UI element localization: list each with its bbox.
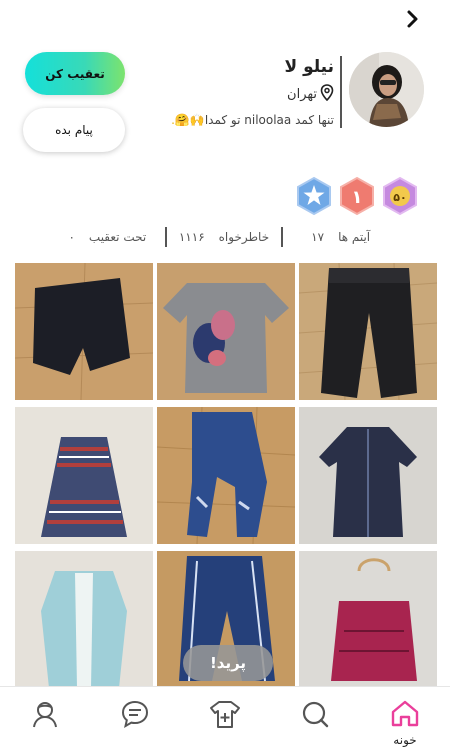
count-badge: ۵۰ [383,176,417,216]
star-badge [297,176,331,216]
stat-items-value: ۱۷ [311,230,325,244]
location-pin-icon [320,84,334,105]
profile-name: نیلو لا [284,57,335,77]
stat-items[interactable]: آیتم ها ۱۷ [283,230,398,244]
product-tile-blue-jeans[interactable] [157,407,295,544]
location-row: تهران [162,84,334,105]
stat-divider [164,227,167,247]
product-tile-black-shorts[interactable] [15,263,153,400]
message-button[interactable]: پیام بده [23,108,125,152]
back-chevron-icon[interactable] [402,8,424,30]
bio-text: تنها کمد niloolaa تو کمدا [204,113,334,127]
home-icon [390,699,420,731]
level-badge: ۱ [340,176,374,216]
search-icon [300,699,330,733]
product-tile-light-blue-coat[interactable] [15,551,153,688]
location-text: تهران [287,87,317,102]
stat-likes[interactable]: خاطرخواه ۱۱۱۶ [167,230,282,244]
product-tile-pink-bag[interactable] [299,551,437,688]
chat-bubble-icon [120,699,150,733]
stat-likes-value: ۱۱۱۶ [178,230,205,244]
tab-home[interactable]: خونه [385,699,425,747]
avatar[interactable] [349,52,424,127]
product-tile-striped-dress[interactable] [15,407,153,544]
tab-messages[interactable] [115,699,155,739]
toast-message[interactable]: پرید! [183,645,273,681]
product-tile-navy-coat[interactable] [299,407,437,544]
badges: ۱ ۵۰ [294,176,424,216]
stat-following-label: تحت تعقیب [88,230,147,244]
product-tile-leather-pants[interactable] [299,263,437,400]
tab-search[interactable] [295,699,335,739]
level-badge-text: ۱ [352,187,363,208]
tab-home-label: خونه [393,733,417,747]
tab-add-item[interactable] [205,699,245,739]
stat-divider [281,227,284,247]
stat-items-label: آیتم ها [338,230,371,244]
count-badge-text: ۵۰ [393,191,406,204]
stat-following[interactable]: تحت تعقیب ۰ [50,230,165,244]
add-shirt-icon [209,699,241,733]
follow-button[interactable]: تعقیب کن [25,52,125,95]
bio-emoji: 🙌🤗. [171,113,205,127]
stat-likes-label: خاطرخواه [218,230,270,244]
stat-following-value: ۰ [68,230,75,244]
bottom-tab-bar: خونه [0,686,450,752]
tab-profile[interactable] [25,699,65,739]
profile-info: نیلو لا تهران تنها کمد niloolaa تو کمدا🙌… [162,56,342,128]
bio: تنها کمد niloolaa تو کمدا🙌🤗. [162,113,334,127]
product-tile-gray-top[interactable] [157,263,295,400]
stats-row: آیتم ها ۱۷ خاطرخواه ۱۱۱۶ تحت تعقیب ۰ [50,226,398,248]
profile-icon [30,699,60,733]
